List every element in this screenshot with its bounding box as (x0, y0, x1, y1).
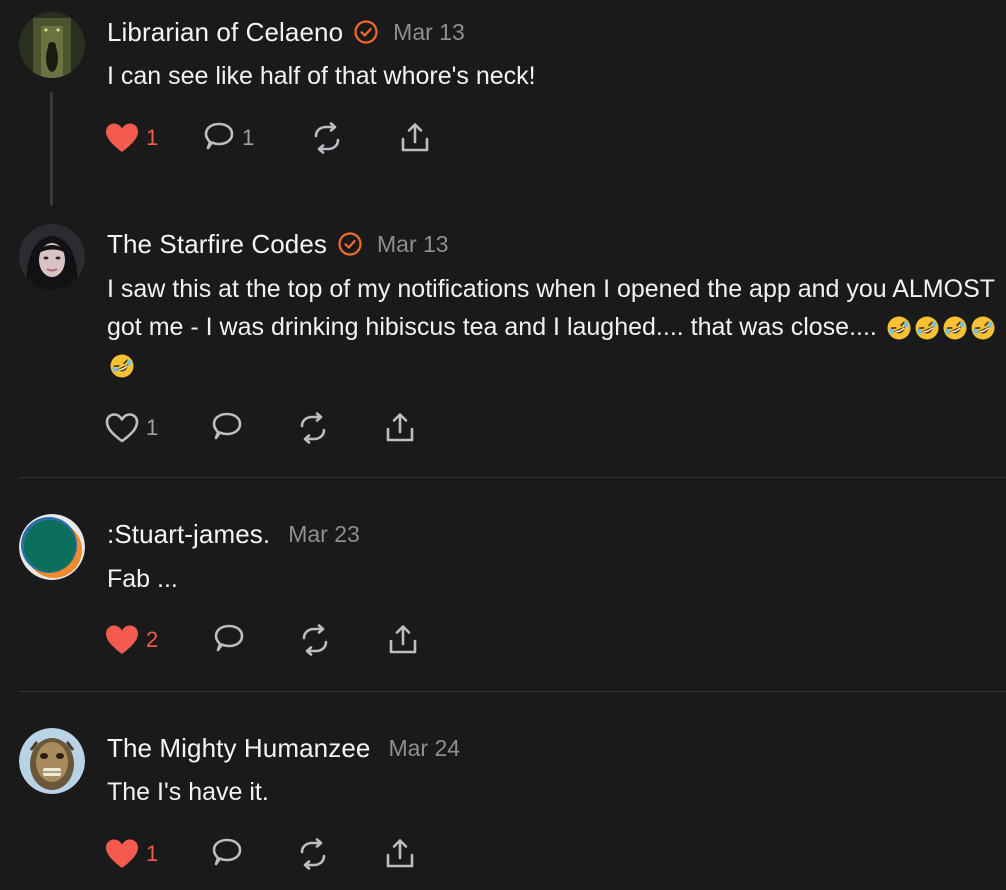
speech-bubble-icon (212, 412, 242, 440)
rolling-on-floor-laughing-emoji-icon (971, 316, 995, 340)
comment-header: The Starfire Codes Mar 13 (107, 226, 449, 262)
rolling-on-floor-laughing-emoji-icon (915, 316, 939, 340)
rolling-on-floor-laughing-emoji-icon (110, 354, 134, 378)
reply-button[interactable] (210, 836, 244, 872)
restack-arrows-icon (314, 122, 340, 154)
comment-text: I saw this at the top of my notification… (107, 270, 997, 384)
share-upload-icon (386, 839, 414, 868)
share-button[interactable] (383, 410, 417, 446)
restack-button[interactable] (298, 622, 332, 658)
like-button[interactable]: 1 (104, 836, 158, 872)
divider (19, 691, 1006, 692)
ape-face-avatar-icon (19, 728, 85, 794)
dark-corridor-figure-avatar-icon (19, 12, 85, 78)
avatar[interactable] (19, 12, 85, 78)
comment-header: Librarian of Celaeno Mar 13 (107, 14, 465, 50)
woman-portrait-avatar-icon (19, 224, 85, 290)
heart-filled-icon (106, 625, 138, 654)
restack-button[interactable] (296, 410, 330, 446)
divider (19, 477, 1006, 478)
like-count: 1 (146, 125, 159, 150)
reply-button[interactable] (210, 410, 244, 446)
thread-line (50, 92, 53, 206)
comment-text: I can see like half of that whore's neck… (107, 62, 536, 90)
share-upload-icon (389, 625, 417, 654)
teal-orange-circle-avatar-icon (19, 514, 85, 580)
comment-text: Fab ... (107, 565, 178, 593)
author-name[interactable]: Librarian of Celaeno (107, 17, 343, 48)
like-button[interactable]: 1 (104, 120, 158, 156)
restack-arrows-icon (300, 838, 326, 870)
author-name[interactable]: :Stuart-james. (107, 519, 270, 550)
author-name[interactable]: The Mighty Humanzee (107, 733, 370, 764)
verified-check-icon (354, 20, 378, 44)
avatar[interactable] (19, 224, 85, 290)
share-button[interactable] (398, 120, 432, 156)
heart-filled-icon (106, 123, 138, 152)
comment-date[interactable]: Mar 13 (377, 231, 449, 258)
comment-date[interactable]: Mar 13 (393, 19, 465, 46)
reply-button[interactable]: 1 (202, 120, 254, 156)
speech-bubble-icon (212, 838, 242, 866)
like-button[interactable]: 1 (104, 410, 158, 446)
rolling-on-floor-laughing-emoji-icon (887, 316, 911, 340)
like-count: 1 (146, 415, 159, 440)
speech-bubble-icon (204, 122, 234, 150)
avatar[interactable] (19, 514, 85, 580)
speech-bubble-icon (214, 624, 244, 652)
share-upload-icon (386, 413, 414, 442)
heart-outline-icon (105, 413, 139, 443)
restack-button[interactable] (310, 120, 344, 156)
comment-date[interactable]: Mar 24 (388, 735, 460, 762)
share-button[interactable] (383, 836, 417, 872)
like-count: 1 (146, 841, 159, 866)
share-button[interactable] (386, 622, 420, 658)
like-count: 2 (146, 627, 159, 652)
restack-button[interactable] (296, 836, 330, 872)
reply-count: 1 (242, 125, 255, 150)
rolling-on-floor-laughing-emoji-icon (943, 316, 967, 340)
like-button[interactable]: 2 (104, 622, 158, 658)
restack-arrows-icon (300, 412, 326, 444)
comment-text-content: I saw this at the top of my notification… (107, 275, 995, 341)
author-name[interactable]: The Starfire Codes (107, 229, 327, 260)
reply-button[interactable] (212, 622, 246, 658)
avatar[interactable] (19, 728, 85, 794)
verified-check-icon (338, 232, 362, 256)
comment-date[interactable]: Mar 23 (288, 521, 360, 548)
comment-text: The I's have it. (107, 778, 269, 806)
restack-arrows-icon (302, 624, 328, 656)
comment-header: The Mighty Humanzee Mar 24 (107, 730, 460, 766)
heart-filled-icon (106, 839, 138, 868)
share-upload-icon (401, 123, 429, 152)
comment-header: :Stuart-james. Mar 23 (107, 516, 360, 552)
